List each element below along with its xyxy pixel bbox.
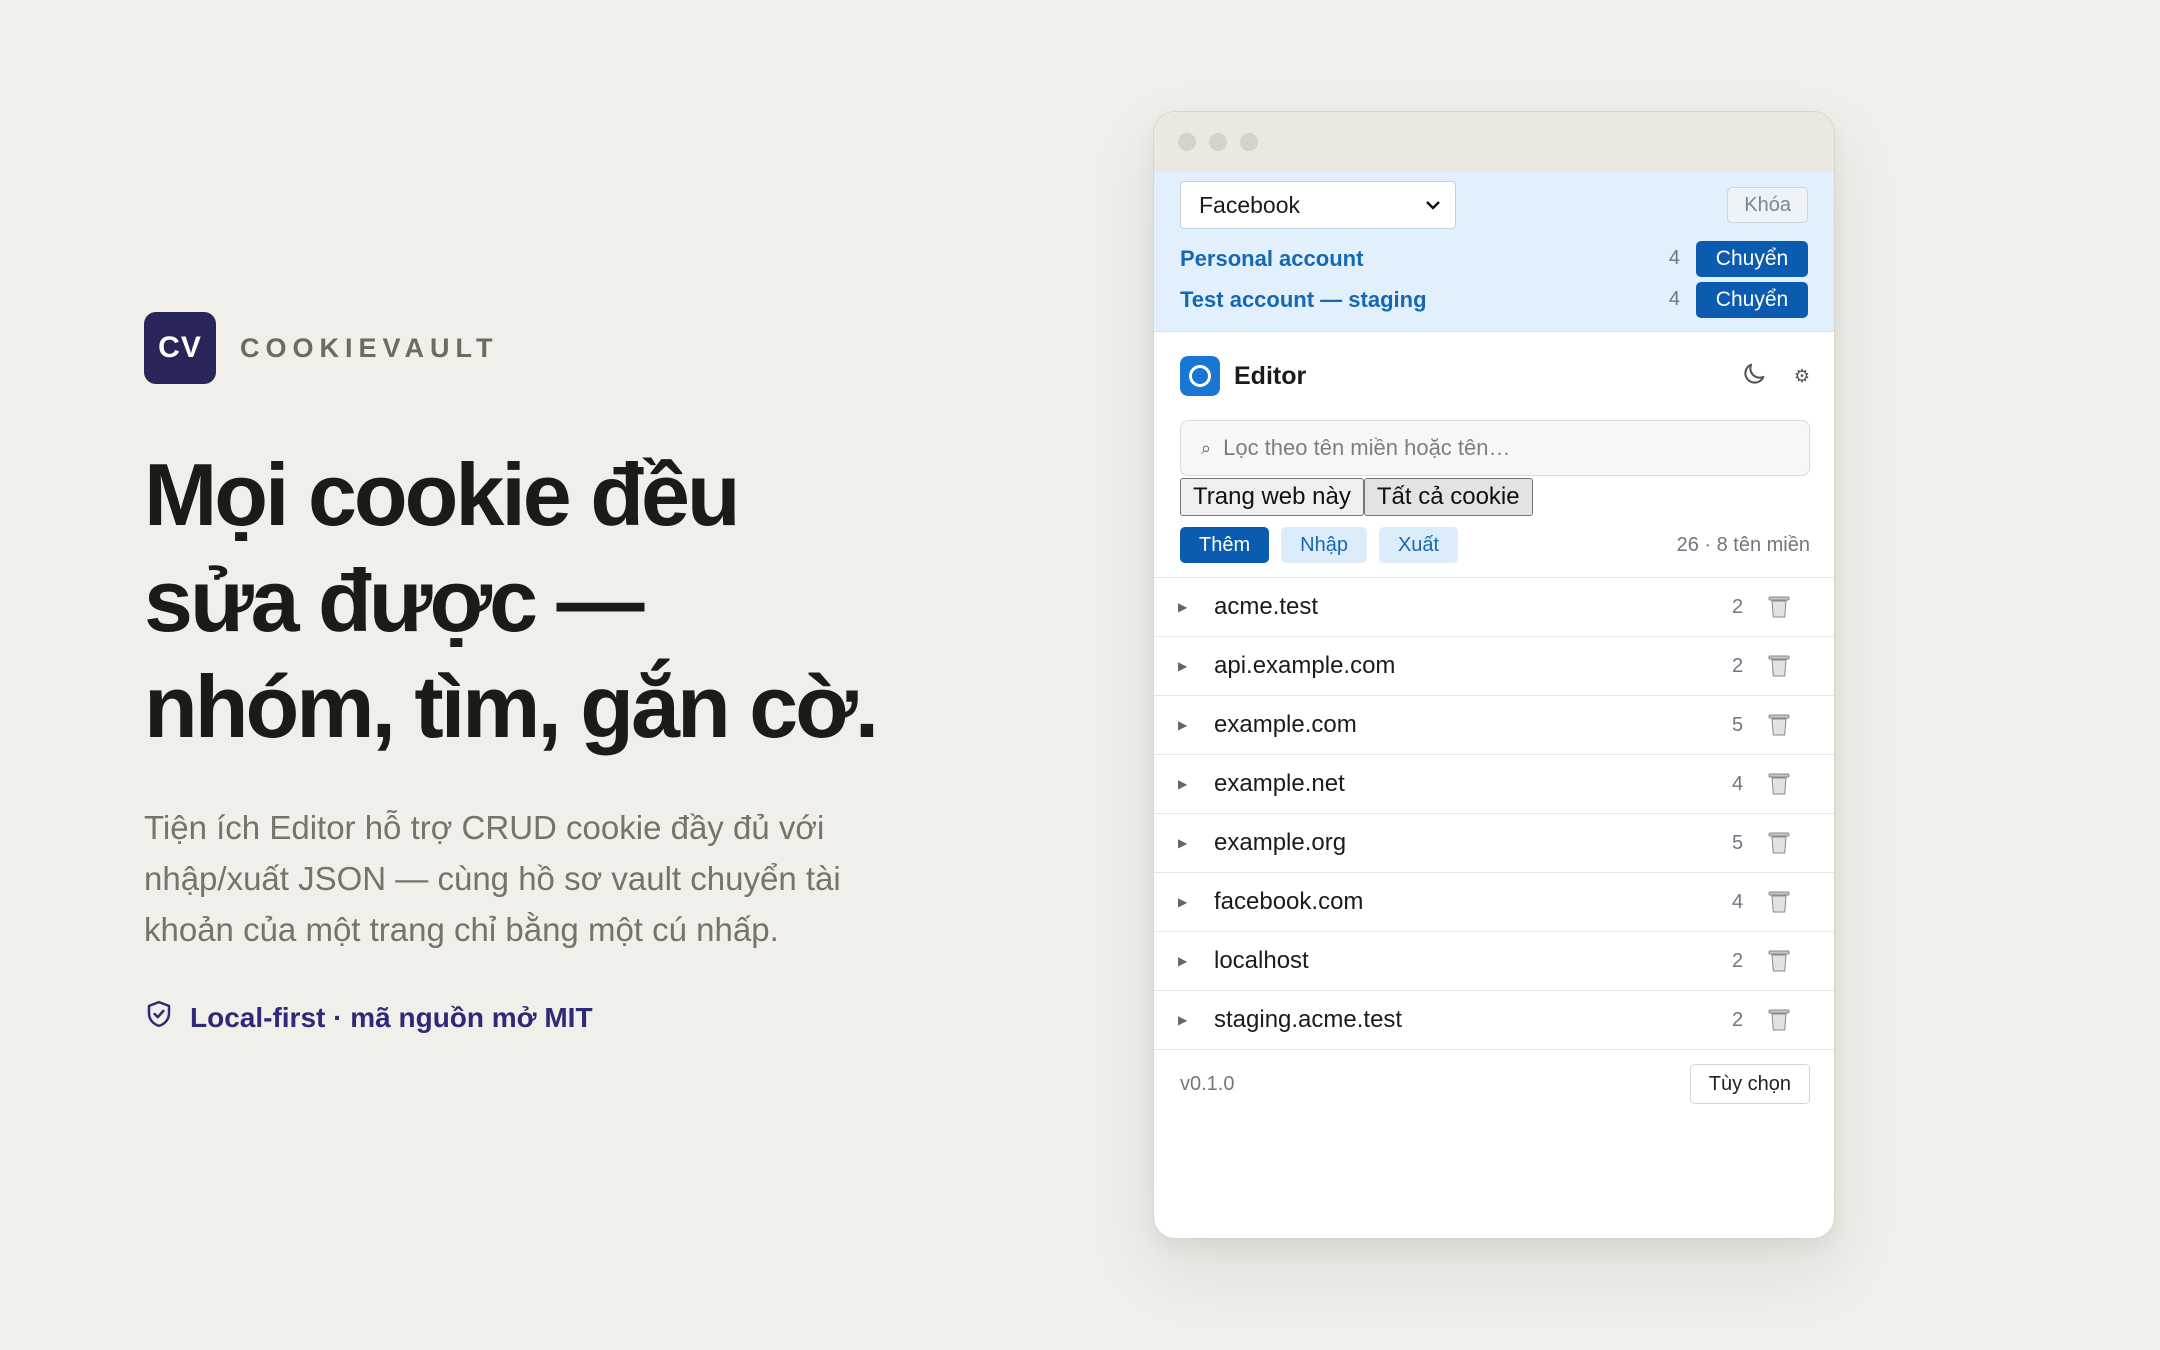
domain-name: facebook.com xyxy=(1214,888,1364,915)
scope-this-site-button[interactable]: Trang web này xyxy=(1180,478,1364,516)
trash-icon[interactable] xyxy=(1768,713,1790,737)
domain-name: example.com xyxy=(1214,711,1357,738)
scope-all-cookies-button[interactable]: Tất cả cookie xyxy=(1363,478,1533,516)
domain-list: ▶ acme.test 2 ▶ api.example.com 2 ▶ exam… xyxy=(1154,577,1834,1050)
shield-check-icon xyxy=(144,999,174,1036)
brand-logo: CV xyxy=(144,312,216,384)
domain-name: example.org xyxy=(1214,829,1347,856)
domain-row[interactable]: ▶ localhost 2 xyxy=(1154,932,1834,991)
expand-caret-icon[interactable]: ▶ xyxy=(1178,1013,1214,1027)
brand: CV COOKIEVAULT xyxy=(144,312,944,384)
domain-name: acme.test xyxy=(1214,593,1319,620)
brand-name: COOKIEVAULT xyxy=(240,332,499,363)
trash-icon[interactable] xyxy=(1768,654,1790,678)
trash-icon[interactable] xyxy=(1768,772,1790,796)
headline-line: sửa được — xyxy=(144,551,644,650)
expand-caret-icon[interactable]: ▶ xyxy=(1178,777,1214,791)
search-placeholder: Lọc theo tên miền hoặc tên… xyxy=(1223,435,1511,460)
trash-icon[interactable] xyxy=(1768,595,1790,619)
account-name[interactable]: Test account — staging xyxy=(1180,287,1427,313)
vault-panel: Facebook Khóa Personal account 4 Chuyển … xyxy=(1154,172,1834,332)
switch-account-button[interactable]: Chuyển xyxy=(1696,281,1808,318)
expand-caret-icon[interactable]: ▶ xyxy=(1178,954,1214,968)
domain-name: localhost xyxy=(1214,947,1309,974)
headline: Mọi cookie đều sửa được — nhóm, tìm, gắn… xyxy=(144,442,944,760)
export-button[interactable]: Xuất xyxy=(1378,527,1459,563)
extension-popup-window: Facebook Khóa Personal account 4 Chuyển … xyxy=(1153,111,1835,1239)
trash-icon[interactable] xyxy=(1768,890,1790,914)
window-zoom-dot[interactable] xyxy=(1240,133,1258,151)
domain-row[interactable]: ▶ example.net 4 xyxy=(1154,755,1834,814)
expand-caret-icon[interactable]: ▶ xyxy=(1178,600,1214,614)
domain-cookie-count: 4 xyxy=(1732,890,1744,913)
editor-logo-icon xyxy=(1180,356,1220,396)
cookie-summary: 26 · 8 tên miền xyxy=(1676,533,1810,556)
domain-name: example.net xyxy=(1214,770,1345,797)
vault-account-row: Test account — staging 4 Chuyển xyxy=(1180,279,1808,320)
domain-row[interactable]: ▶ example.org 5 xyxy=(1154,814,1834,873)
headline-line: Mọi cookie đều xyxy=(144,445,741,544)
headline-line: nhóm, tìm, gắn cờ. xyxy=(144,657,879,756)
domain-row[interactable]: ▶ acme.test 2 xyxy=(1154,578,1834,637)
expand-caret-icon[interactable]: ▶ xyxy=(1178,895,1214,909)
vault-profile-select[interactable]: Facebook xyxy=(1180,181,1456,229)
moon-icon[interactable] xyxy=(1740,360,1768,393)
domain-cookie-count: 2 xyxy=(1732,595,1744,618)
gear-icon[interactable]: ⚙ xyxy=(1794,366,1810,387)
account-cookie-count: 4 xyxy=(1668,247,1680,269)
domain-cookie-count: 2 xyxy=(1732,949,1744,972)
vault-account-row: Personal account 4 Chuyển xyxy=(1180,238,1808,279)
search-input[interactable]: ⌕ Lọc theo tên miền hoặc tên… xyxy=(1180,420,1810,476)
lock-button[interactable]: Khóa xyxy=(1727,187,1808,223)
hero: CV COOKIEVAULT Mọi cookie đều sửa được —… xyxy=(144,312,944,1036)
badge-text: Local-first · mã nguồn mở MIT xyxy=(190,1001,593,1033)
editor-panel: Editor ⚙ ⌕ Lọc theo tên miền hoặc tên… T… xyxy=(1154,332,1834,563)
expand-caret-icon[interactable]: ▶ xyxy=(1178,718,1214,732)
window-close-dot[interactable] xyxy=(1178,133,1196,151)
license-badge: Local-first · mã nguồn mở MIT xyxy=(144,999,944,1036)
popup-footer: v0.1.0 Tùy chọn xyxy=(1154,1050,1834,1104)
profile-select-value: Facebook xyxy=(1199,191,1301,218)
editor-title: Editor xyxy=(1234,361,1307,390)
domain-cookie-count: 5 xyxy=(1732,713,1744,736)
window-minimize-dot[interactable] xyxy=(1209,133,1227,151)
switch-account-button[interactable]: Chuyển xyxy=(1696,240,1808,277)
domain-row[interactable]: ▶ example.com 5 xyxy=(1154,696,1834,755)
account-name[interactable]: Personal account xyxy=(1180,246,1363,272)
domain-cookie-count: 2 xyxy=(1732,654,1744,677)
domain-cookie-count: 2 xyxy=(1732,1008,1744,1031)
trash-icon[interactable] xyxy=(1768,949,1790,973)
chevron-down-icon xyxy=(1425,195,1441,216)
domain-row[interactable]: ▶ api.example.com 2 xyxy=(1154,637,1834,696)
trash-icon[interactable] xyxy=(1768,1008,1790,1032)
options-button[interactable]: Tùy chọn xyxy=(1689,1064,1810,1104)
scope-toggle: Trang web này Tất cả cookie xyxy=(1180,478,1810,516)
expand-caret-icon[interactable]: ▶ xyxy=(1178,659,1214,673)
import-button[interactable]: Nhập xyxy=(1281,527,1367,563)
version-label: v0.1.0 xyxy=(1180,1072,1235,1095)
subtitle: Tiện ích Editor hỗ trợ CRUD cookie đầy đ… xyxy=(144,809,841,948)
domain-cookie-count: 4 xyxy=(1732,772,1744,795)
expand-caret-icon[interactable]: ▶ xyxy=(1178,836,1214,850)
window-titlebar xyxy=(1154,112,1834,172)
add-cookie-button[interactable]: Thêm xyxy=(1180,527,1270,563)
domain-row[interactable]: ▶ staging.acme.test 2 xyxy=(1154,991,1834,1050)
domain-cookie-count: 5 xyxy=(1732,831,1744,854)
search-icon: ⌕ xyxy=(1201,437,1212,458)
domain-name: staging.acme.test xyxy=(1214,1006,1403,1033)
domain-name: api.example.com xyxy=(1214,652,1396,679)
account-cookie-count: 4 xyxy=(1668,288,1680,310)
domain-row[interactable]: ▶ facebook.com 4 xyxy=(1154,873,1834,932)
trash-icon[interactable] xyxy=(1768,831,1790,855)
